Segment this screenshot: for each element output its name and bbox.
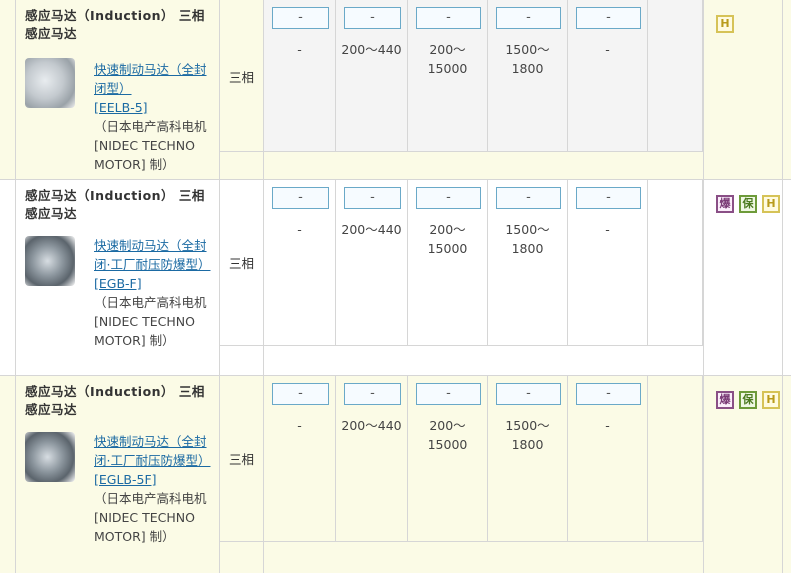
spec-cell: - 1500～ 1800	[488, 0, 568, 151]
spec-value: -	[297, 42, 302, 57]
divider	[220, 541, 703, 542]
spec-select[interactable]: -	[272, 187, 329, 209]
spec-select[interactable]: -	[272, 383, 329, 405]
product-link[interactable]: 快速制动马达（全封闭型）	[94, 60, 218, 98]
spec-cell: - -	[568, 0, 648, 151]
product-code-link[interactable]: [EGB-F]	[94, 274, 218, 293]
spec-value: 200～440	[341, 222, 402, 237]
spec-select[interactable]: -	[496, 187, 561, 209]
protection-icon: 保	[739, 195, 757, 213]
spec-cell: - 1500～ 1800	[488, 180, 568, 345]
spec-cell: - 200～ 15000	[408, 0, 488, 151]
spec-select[interactable]: -	[344, 383, 401, 405]
motor-thumbnail[interactable]	[25, 58, 75, 108]
product-link[interactable]: 快速制动马达（全封闭·工厂耐压防爆型）	[94, 432, 218, 470]
product-cell: 感应马达（Induction） 三相感应马达 快速制动马达（全封闭·工厂耐压防爆…	[15, 376, 220, 573]
spec-value: 200～ 15000	[427, 222, 468, 256]
divider	[220, 345, 703, 346]
spec-value: 1500～ 1800	[505, 418, 550, 452]
spec-select[interactable]: -	[496, 383, 561, 405]
maker-text: （日本电产高科电机 [NIDEC TECHNO MOTOR] 制）	[94, 119, 207, 172]
phase-value: 三相	[228, 452, 254, 467]
spec-select[interactable]: -	[344, 187, 401, 209]
empty-cell	[648, 376, 703, 542]
spec-select[interactable]: -	[416, 383, 481, 405]
spec-cell: - 200～ 15000	[408, 376, 488, 542]
spec-cell: - 1500～ 1800	[488, 376, 568, 542]
spec-value: -	[297, 418, 302, 433]
spec-value: 200～440	[341, 418, 402, 433]
product-title: 感应马达（Induction） 三相感应马达	[25, 384, 205, 417]
product-code-link[interactable]: [EGLB-5F]	[94, 470, 218, 489]
spec-cell: - -	[568, 180, 648, 345]
icons-cell: H	[703, 0, 783, 179]
table-row: 感应马达（Induction） 三相感应马达 快速制动马达（全封闭型） [EEL…	[0, 0, 791, 180]
table-row: 感应马达（Induction） 三相感应马达 快速制动马达（全封闭·工厂耐压防爆…	[0, 376, 791, 573]
spec-select[interactable]: -	[576, 383, 641, 405]
product-link[interactable]: 快速制动马达（全封闭·工厂耐压防爆型）	[94, 236, 218, 274]
h-icon: H	[762, 391, 780, 409]
spec-value: 1500～ 1800	[505, 222, 550, 256]
spec-cell: - 200～ 15000	[408, 180, 488, 345]
icons-cell: 爆 保 H	[703, 376, 783, 573]
spec-select[interactable]: -	[576, 187, 641, 209]
product-title: 感应马达（Induction） 三相感应马达	[25, 8, 205, 41]
motor-thumbnail[interactable]	[25, 432, 75, 482]
spec-value: 200～ 15000	[427, 418, 468, 452]
h-icon: H	[762, 195, 780, 213]
spec-value: -	[297, 222, 302, 237]
spec-cell: - 200～440	[336, 0, 408, 151]
maker-text: （日本电产高科电机 [NIDEC TECHNO MOTOR] 制）	[94, 295, 207, 348]
table-row: 感应马达（Induction） 三相感应马达 快速制动马达（全封闭·工厂耐压防爆…	[0, 180, 791, 376]
product-title: 感应马达（Induction） 三相感应马达	[25, 188, 205, 221]
spec-select[interactable]: -	[272, 7, 329, 29]
spec-cell: - -	[264, 180, 336, 345]
icons-cell: 爆 保 H	[703, 180, 783, 375]
spec-cell: - -	[264, 0, 336, 151]
spec-cell: - 200～440	[336, 180, 408, 345]
spec-value: -	[605, 42, 610, 57]
explosion-proof-icon: 爆	[716, 195, 734, 213]
spec-select[interactable]: -	[496, 7, 561, 29]
empty-cell	[648, 180, 703, 345]
protection-icon: 保	[739, 391, 757, 409]
spec-cell: - 200～440	[336, 376, 408, 542]
h-icon: H	[716, 15, 734, 33]
spec-value: 200～ 15000	[427, 42, 468, 76]
product-cell: 感应马达（Induction） 三相感应马达 快速制动马达（全封闭·工厂耐压防爆…	[15, 180, 220, 375]
spec-select[interactable]: -	[344, 7, 401, 29]
spec-cell: - -	[568, 376, 648, 542]
maker-text: （日本电产高科电机 [NIDEC TECHNO MOTOR] 制）	[94, 491, 207, 544]
spec-value: -	[605, 222, 610, 237]
phase-cell: 三相	[220, 0, 264, 179]
spec-value: 1500～ 1800	[505, 42, 550, 76]
spec-select[interactable]: -	[416, 187, 481, 209]
phase-cell: 三相	[220, 376, 264, 573]
product-cell: 感应马达（Induction） 三相感应马达 快速制动马达（全封闭型） [EEL…	[15, 0, 220, 179]
phase-value: 三相	[228, 70, 254, 85]
empty-cell	[648, 0, 703, 151]
product-table: 感应马达（Induction） 三相感应马达 快速制动马达（全封闭型） [EEL…	[0, 0, 791, 573]
motor-thumbnail[interactable]	[25, 236, 75, 286]
spec-value: -	[605, 418, 610, 433]
spec-select[interactable]: -	[576, 7, 641, 29]
product-code-link[interactable]: [EELB-5]	[94, 98, 218, 117]
phase-value: 三相	[228, 256, 254, 271]
divider	[220, 151, 703, 152]
spec-cell: - -	[264, 376, 336, 542]
spec-value: 200～440	[341, 42, 402, 57]
spec-select[interactable]: -	[416, 7, 481, 29]
explosion-proof-icon: 爆	[716, 391, 734, 409]
